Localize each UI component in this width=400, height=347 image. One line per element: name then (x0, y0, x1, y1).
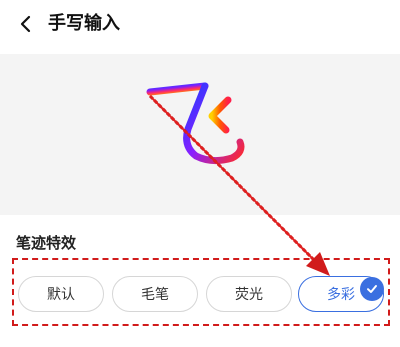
annotation-arrow (148, 94, 330, 276)
